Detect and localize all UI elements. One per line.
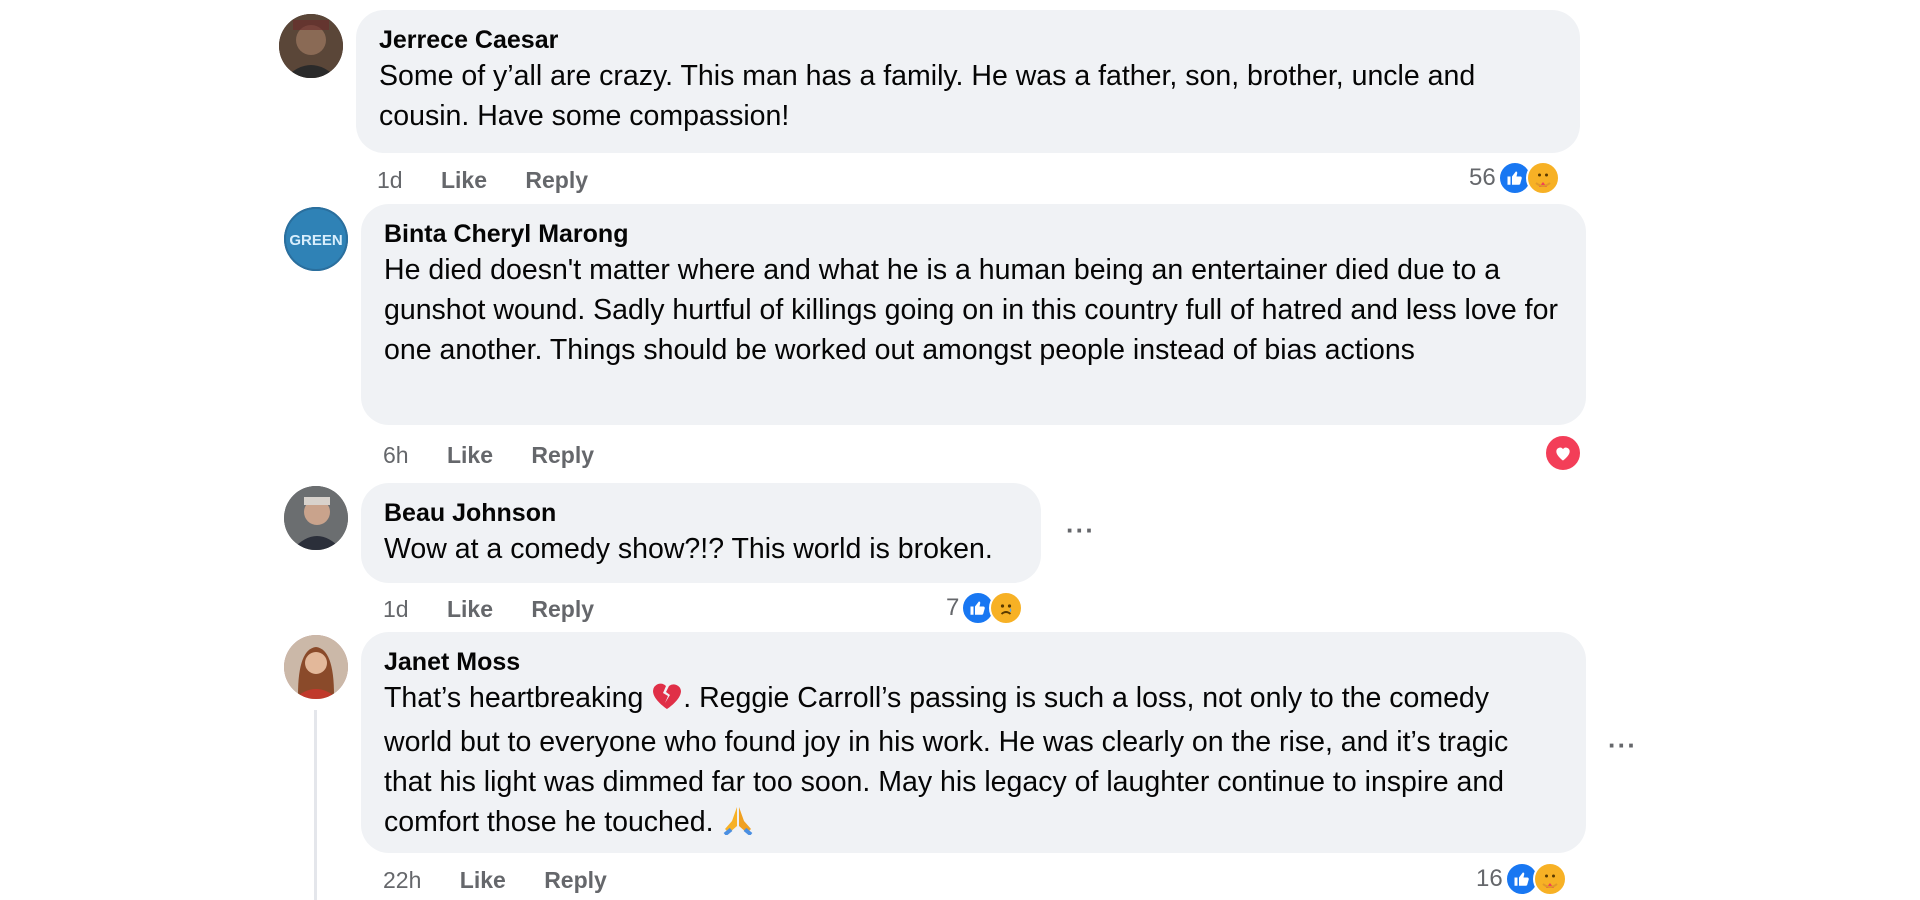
reaction-summary[interactable]: 56 — [1469, 161, 1560, 195]
broken-heart-icon — [651, 681, 683, 722]
avatar[interactable] — [284, 486, 348, 550]
comment-text-part: That’s heartbreaking — [384, 682, 644, 714]
comment-bubble: Beau Johnson Wow at a comedy show?!? Thi… — [361, 483, 1041, 583]
like-button[interactable]: Like — [447, 439, 493, 471]
comment-actions: 22h Like Reply — [383, 864, 639, 896]
like-button[interactable]: Like — [441, 164, 487, 196]
folded-hands-icon — [721, 805, 755, 846]
comment-text: That’s heartbreaking . Reggie Carroll’s … — [384, 678, 1563, 846]
comment-text: He died doesn't matter where and what he… — [384, 254, 1558, 366]
thread-line — [314, 710, 317, 900]
comment-time[interactable]: 22h — [383, 864, 421, 896]
comment-author[interactable]: Janet Moss — [384, 646, 1563, 678]
reaction-summary[interactable] — [1544, 434, 1582, 472]
more-options-button[interactable]: ··· — [1608, 732, 1637, 758]
avatar[interactable] — [279, 14, 343, 78]
comment-actions: 1d Like Reply — [383, 593, 626, 625]
love-icon — [1544, 434, 1582, 472]
reply-button[interactable]: Reply — [544, 864, 607, 896]
comment-author[interactable]: Beau Johnson — [384, 497, 1018, 529]
avatar[interactable] — [284, 635, 348, 699]
sad-icon — [989, 591, 1024, 625]
avatar[interactable]: GREEN — [284, 207, 348, 271]
care-icon — [1525, 161, 1560, 195]
reply-button[interactable]: Reply — [531, 439, 594, 471]
comment-actions: 1d Like Reply — [377, 164, 620, 196]
reaction-summary[interactable]: 7 — [946, 591, 1024, 625]
like-button[interactable]: Like — [447, 593, 493, 625]
comment-time[interactable]: 1d — [377, 164, 403, 196]
reaction-count: 16 — [1476, 865, 1503, 892]
comment-bubble: Jerrece Caesar Some of y’all are crazy. … — [356, 10, 1580, 153]
reply-button[interactable]: Reply — [531, 593, 594, 625]
comment-author[interactable]: Binta Cheryl Marong — [384, 218, 1563, 250]
reply-button[interactable]: Reply — [525, 164, 588, 196]
like-button[interactable]: Like — [460, 864, 506, 896]
care-icon — [1532, 862, 1567, 896]
comment-text: Some of y’all are crazy. This man has a … — [379, 60, 1476, 132]
comment-time[interactable]: 6h — [383, 439, 409, 471]
more-options-button[interactable]: ··· — [1066, 517, 1095, 543]
reaction-count: 56 — [1469, 164, 1496, 191]
comment-bubble: Binta Cheryl Marong He died doesn't matt… — [361, 204, 1586, 425]
comment-actions: 6h Like Reply — [383, 439, 626, 471]
reaction-summary[interactable]: 16 — [1476, 862, 1567, 896]
avatar-text: GREEN — [289, 232, 342, 249]
reaction-count: 7 — [946, 594, 960, 621]
comment-time[interactable]: 1d — [383, 593, 409, 625]
comment-bubble: Janet Moss That’s heartbreaking . Reggie… — [361, 632, 1586, 853]
comment-text: Wow at a comedy show?!? This world is br… — [384, 533, 993, 565]
comment-author[interactable]: Jerrece Caesar — [379, 24, 1557, 56]
